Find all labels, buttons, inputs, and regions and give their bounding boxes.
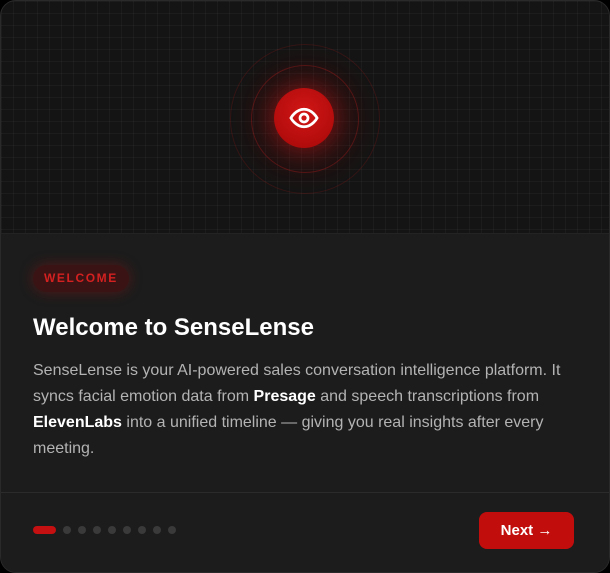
step-dot[interactable] (93, 526, 101, 534)
presage-highlight: Presage (253, 388, 316, 405)
step-dot[interactable] (123, 526, 131, 534)
step-description: SenseLense is your AI-powered sales conv… (33, 358, 583, 462)
hero-banner (1, 1, 609, 234)
step-dot[interactable] (153, 526, 161, 534)
step-title: Welcome to SenseLense (33, 314, 314, 341)
step-dot[interactable] (78, 526, 86, 534)
step-badge: WELCOME (33, 265, 129, 292)
onboarding-card: WELCOME Welcome to SenseLense SenseLense… (0, 0, 610, 573)
card-footer: Next → (1, 492, 609, 572)
step-content: WELCOME Welcome to SenseLense SenseLense… (1, 234, 609, 492)
step-dot[interactable] (63, 526, 71, 534)
elevenlabs-highlight: ElevenLabs (33, 414, 122, 431)
step-dot[interactable] (108, 526, 116, 534)
step-dot[interactable] (138, 526, 146, 534)
next-button[interactable]: Next → (479, 512, 574, 549)
eye-icon-badge (274, 88, 334, 148)
eye-icon (289, 107, 319, 129)
step-indicator (33, 526, 183, 534)
description-text-2: and speech transcriptions from (315, 388, 540, 405)
step-dot-active[interactable] (33, 526, 56, 534)
step-dot[interactable] (168, 526, 176, 534)
